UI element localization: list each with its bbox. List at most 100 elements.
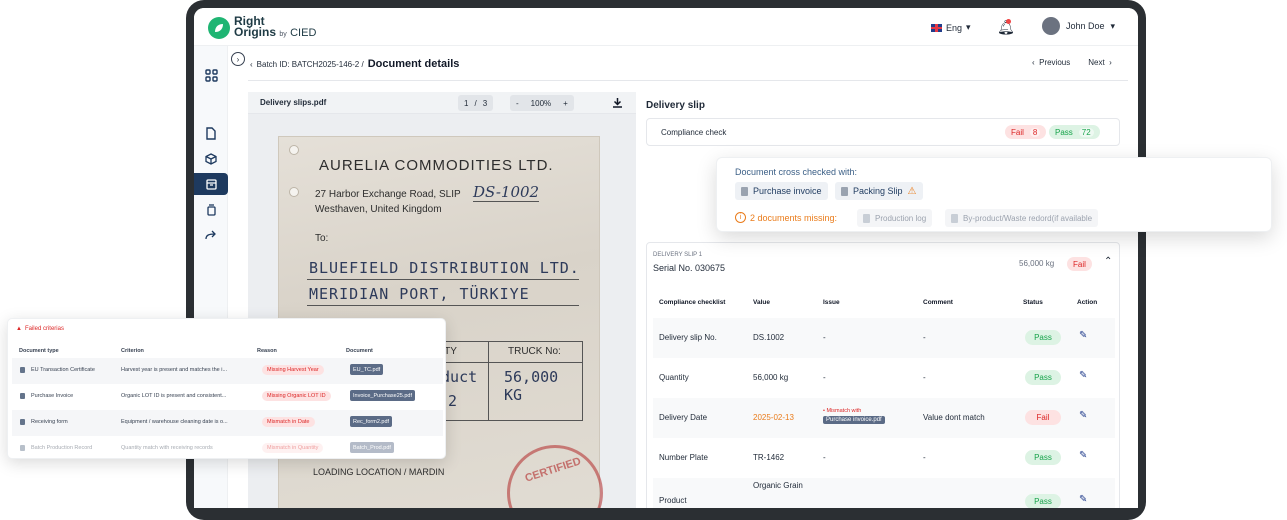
fail-count: 8 [1029, 127, 1041, 137]
edit-pencil-icon[interactable]: ✎ [1079, 450, 1087, 461]
logo-by: by [279, 31, 287, 38]
row-status-badge: Fail [1025, 410, 1061, 425]
file-icon [20, 393, 25, 399]
failed-doc-chip[interactable]: Batch_Prod.pdf [350, 442, 394, 453]
next-button[interactable]: Next › [1088, 58, 1112, 67]
copy-icon[interactable] [194, 199, 228, 221]
col-header-comment: Comment [923, 299, 953, 306]
compliance-check-row[interactable]: Compliance check Fail 8 Pass 72 [646, 118, 1120, 146]
fail-count-badge[interactable]: Fail 8 [1005, 125, 1047, 139]
page-title: Document details [367, 58, 460, 70]
failed-criteria-card: ▲ Failed criterias Document type Criteri… [7, 318, 446, 459]
certified-stamp: CERTIFIED [507, 445, 603, 508]
crosscheck-doc-label: Packing Slip [853, 186, 903, 196]
file-icon [863, 213, 870, 223]
doc-address-line1: 27 Harbor Exchange Road, SLIP [315, 189, 461, 200]
zoom-level: 100% [530, 98, 552, 108]
file-icon [20, 419, 25, 425]
doc-rule [307, 279, 579, 280]
row-issue: - [823, 333, 826, 342]
previous-button[interactable]: ‹ Previous [1032, 58, 1070, 67]
missing-count: 2 documents missing: [750, 212, 838, 223]
brand-logo[interactable]: Right Origins by CIED [208, 15, 316, 40]
doc-col-truck: TRUCK No: [508, 346, 561, 357]
doc-company: AURELIA COMMODITIES LTD. [319, 157, 554, 174]
missing-doc-chip[interactable]: Production log [857, 209, 933, 227]
archive-icon[interactable] [194, 173, 228, 195]
delivery-slip-card: DELIVERY SLIP 1 Serial No. 030675 56,000… [646, 242, 1120, 508]
doc-loading-location: LOADING LOCATION / MARDIN [313, 467, 445, 477]
failed-col-type: Document type [19, 348, 59, 354]
missing-docs-label: i 2 documents missing: [735, 212, 837, 223]
user-menu[interactable]: John Doe ▾ [1042, 17, 1115, 35]
failed-reason: Missing Organic LOT ID [262, 391, 331, 401]
missing-doc-label: Production log [875, 213, 927, 223]
grid-icon[interactable] [194, 64, 228, 86]
failed-doc-chip[interactable]: Invoice_Purchase25.pdf [350, 390, 416, 401]
notification-dot [1006, 19, 1011, 24]
row-comment: Value dont match [923, 413, 985, 422]
row-value: Organic Grain [753, 481, 803, 490]
failed-criterion: Harvest year is present and matches the … [121, 367, 228, 373]
failed-title-label: Failed criterias [24, 326, 64, 332]
edit-pencil-icon[interactable]: ✎ [1079, 330, 1087, 341]
failed-row[interactable]: EU Transaction Certificate Harvest year … [12, 358, 443, 384]
row-value: 56,000 kg [753, 373, 789, 382]
row-issue-note: • Mismatch with [823, 408, 862, 414]
crosscheck-doc-chip[interactable]: Packing Slip ⚠ [835, 182, 923, 200]
download-icon[interactable] [612, 97, 623, 111]
row-item: Quantity [659, 373, 689, 382]
row-status-badge: Pass [1025, 450, 1061, 465]
stamp-text: CERTIFIED [523, 455, 583, 485]
language-selector[interactable]: Eng ▾ [931, 22, 971, 33]
breadcrumb-batch[interactable]: Batch ID: BATCH2025-146-2 / [257, 60, 364, 69]
back-chevron-icon[interactable]: ‹ [250, 60, 253, 69]
crosscheck-doc-chip[interactable]: Purchase invoice [735, 182, 828, 200]
document-icon[interactable] [194, 122, 228, 144]
page-total: 3 [482, 98, 488, 108]
row-item: Number Plate [659, 453, 708, 462]
edit-pencil-icon[interactable]: ✎ [1079, 370, 1087, 381]
failed-criterion: Equipment / warehouse cleaning date is o… [121, 419, 228, 425]
page-indicator[interactable]: 1 / 3 [458, 95, 494, 111]
file-icon [951, 213, 958, 223]
failed-row[interactable]: Purchase Invoice Organic LOT ID is prese… [12, 384, 443, 410]
chevron-up-icon[interactable]: ⌃ [1104, 256, 1112, 267]
failed-row[interactable]: Receiving form Equipment / warehouse cle… [12, 410, 443, 436]
viewer-toolbar: Delivery slips.pdf 1 / 3 - 100% + [248, 92, 636, 114]
previous-label: Previous [1039, 58, 1071, 67]
slip-serial: Serial No. 030675 [653, 263, 726, 273]
edit-pencil-icon[interactable]: ✎ [1079, 494, 1087, 505]
user-name: John Doe [1066, 21, 1105, 31]
punch-hole [289, 145, 299, 155]
page-separator: / [474, 98, 477, 108]
row-issue: - [823, 453, 826, 462]
missing-doc-chip[interactable]: By-product/Waste redord(if available [945, 209, 1099, 227]
info-icon: i [735, 212, 746, 223]
edit-pencil-icon[interactable]: ✎ [1079, 410, 1087, 421]
zoom-out-button[interactable]: - [516, 99, 519, 108]
mismatch-doc-chip[interactable]: Purchase invoice.pdf [823, 416, 885, 424]
pass-count-badge[interactable]: Pass 72 [1049, 125, 1100, 139]
next-label: Next [1088, 58, 1105, 67]
failed-doc-chip[interactable]: EU_TC.pdf [350, 364, 384, 375]
row-item: Delivery slip No. [659, 333, 717, 342]
failed-reason: Mismatch in Quantity [262, 443, 324, 453]
row-issue: - [823, 373, 826, 382]
failed-doc-chip[interactable]: Rec_form2.pdf [350, 416, 393, 427]
row-comment: - [923, 453, 926, 462]
failed-row[interactable]: Batch Production Record Quantity match w… [12, 436, 443, 458]
mismatch-text: Mismatch with [826, 408, 862, 414]
doc-cell-truck: 56,000 KG [504, 368, 559, 404]
table-row: Number Plate TR-1462 - - Pass ✎ [653, 438, 1115, 478]
sidebar-toggle-button[interactable]: › [231, 52, 245, 66]
slip-status-badge: Fail [1067, 257, 1092, 271]
cube-icon[interactable] [194, 148, 228, 170]
zoom-in-button[interactable]: + [563, 99, 568, 108]
punch-hole [289, 187, 299, 197]
col-header-checklist: Compliance checklist [659, 299, 726, 306]
header-divider [248, 80, 1128, 81]
top-bar: Right Origins by CIED Eng ▾ 🔔︎ John Doe … [194, 8, 1138, 46]
forward-icon[interactable] [194, 224, 228, 246]
crosscheck-popover: Document cross checked with: Purchase in… [716, 157, 1272, 232]
